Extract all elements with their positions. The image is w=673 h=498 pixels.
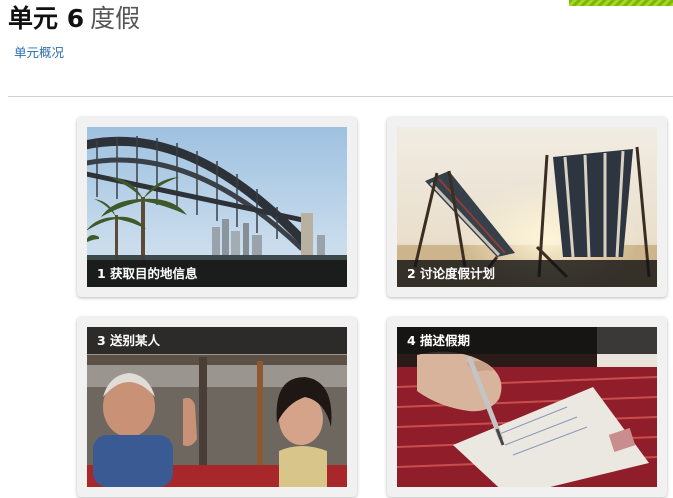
beach-deck-chairs-photo: 2 讨论度假计划 (397, 127, 657, 287)
unit-topic: 度假 (90, 4, 141, 33)
lesson-card-1[interactable]: 1 获取目的地信息 (77, 117, 357, 297)
lesson-caption: 2 讨论度假计划 (397, 260, 657, 287)
lesson-card-3[interactable]: 3 送别某人 (77, 317, 357, 497)
lesson-card-4[interactable]: 4 描述假期 (387, 317, 667, 497)
writing-postcard-photo: 4 描述假期 (397, 327, 657, 487)
brand-accent-stripe (569, 0, 673, 6)
lesson-caption: 4 描述假期 (397, 327, 657, 354)
lesson-caption: 1 获取目的地信息 (87, 260, 347, 287)
unit-number: 单元 6 (8, 4, 85, 33)
page-title: 单元 6 度假 (8, 2, 140, 36)
header-divider (8, 96, 673, 97)
lesson-card-2[interactable]: 2 讨论度假计划 (387, 117, 667, 297)
people-on-bus-waving-photo: 3 送别某人 (87, 327, 347, 487)
unit-overview-link[interactable]: 单元概况 (14, 42, 64, 61)
lesson-caption: 3 送别某人 (87, 327, 347, 354)
sydney-harbour-bridge-photo: 1 获取目的地信息 (87, 127, 347, 287)
